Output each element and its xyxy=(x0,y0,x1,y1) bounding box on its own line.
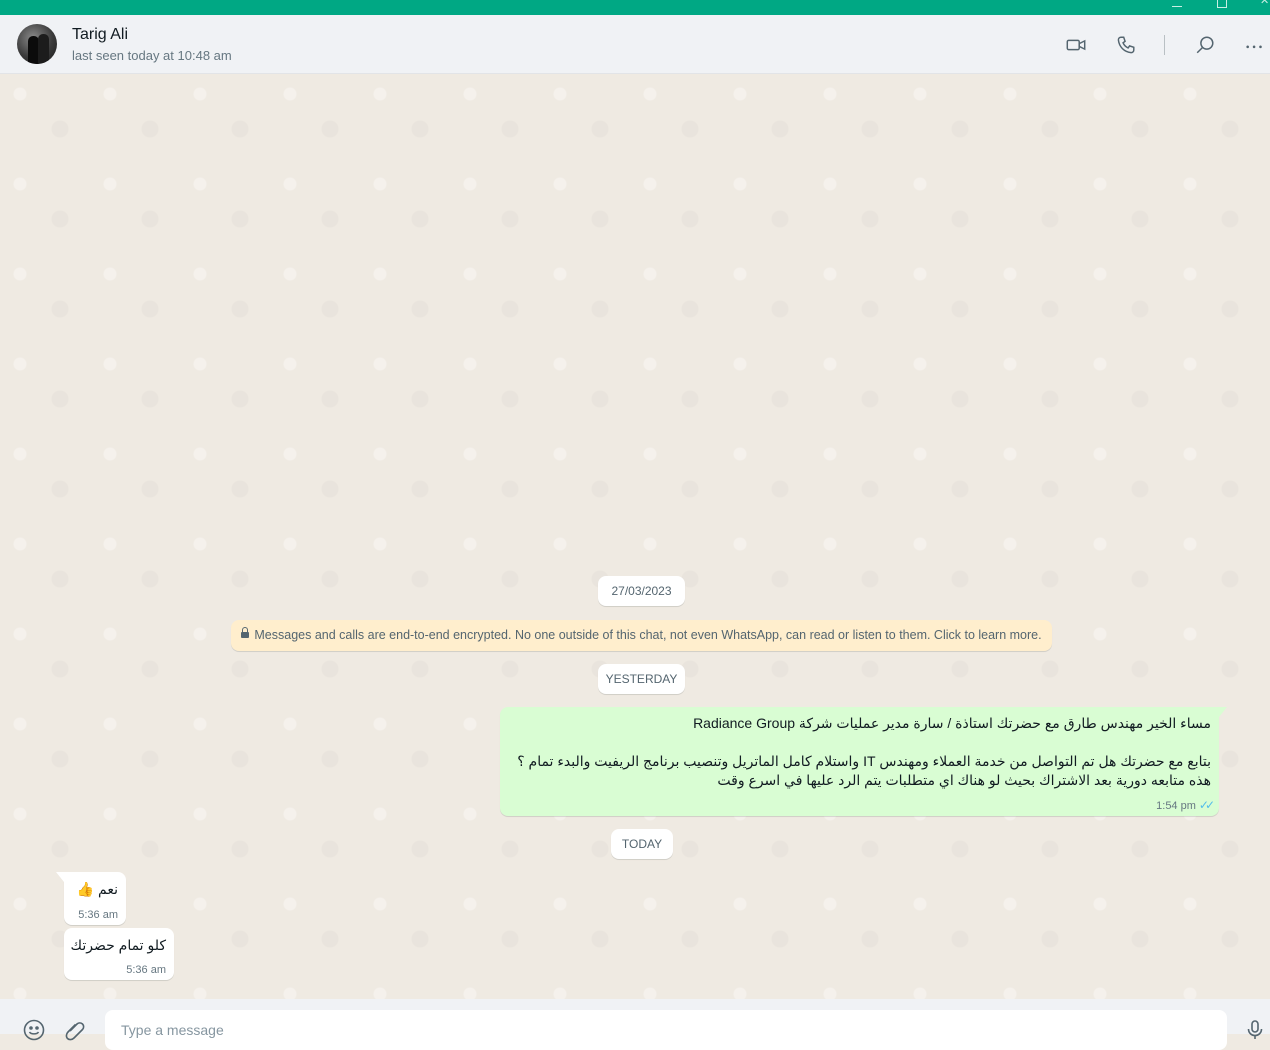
window-titlebar: ✕ xyxy=(0,0,1270,15)
date-separator: TODAY xyxy=(611,829,673,859)
voice-call-icon[interactable] xyxy=(1115,34,1137,56)
incoming-message-bubble[interactable]: كلو تمام حضرتك 5:36 am xyxy=(64,928,174,980)
message-input[interactable] xyxy=(105,1010,1227,1050)
attach-icon[interactable] xyxy=(63,1018,87,1042)
message-meta: 1:54 pm ✓✓ xyxy=(1156,798,1215,812)
search-icon[interactable] xyxy=(1194,34,1216,56)
incoming-message-bubble[interactable]: نعم 👍 5:36 am xyxy=(56,872,126,925)
message-time: 5:36 am xyxy=(78,909,118,921)
date-separator: 27/03/2023 xyxy=(598,576,685,606)
message-text: نعم 👍 xyxy=(76,881,118,897)
chat-header: Tarig Ali last seen today at 10:48 am xyxy=(0,15,1270,74)
maximize-button[interactable] xyxy=(1217,0,1227,8)
outgoing-message-bubble[interactable]: مساء الخير مهندس طارق مع حضرتك استاذة / … xyxy=(500,707,1227,816)
minimize-button[interactable] xyxy=(1172,0,1182,7)
message-text: كلو تمام حضرتك xyxy=(70,937,166,953)
contact-name[interactable]: Tarig Ali xyxy=(72,26,128,44)
chat-messages-area[interactable]: 27/03/2023 Messages and calls are end-to… xyxy=(0,74,1270,999)
encryption-notice-text: Messages and calls are end-to-end encryp… xyxy=(254,628,1042,642)
message-time: 5:36 am xyxy=(126,964,166,976)
message-text-line: مساء الخير مهندس طارق مع حضرتك استاذة / … xyxy=(693,715,1211,731)
message-time: 1:54 pm xyxy=(1156,800,1196,812)
more-options-icon[interactable] xyxy=(1244,34,1266,56)
header-divider xyxy=(1164,35,1165,55)
message-text-line: بتابع مع حضرتك هل تم التواصل من خدمة الع… xyxy=(517,753,1211,769)
date-separator: YESTERDAY xyxy=(598,664,685,694)
video-call-icon[interactable] xyxy=(1065,34,1087,56)
avatar[interactable] xyxy=(17,24,57,64)
message-composer xyxy=(0,999,1270,1050)
message-text-line: هذه متابعه دورية بعد الاشتراك بحيث لو هن… xyxy=(717,772,1211,788)
encryption-notice[interactable]: Messages and calls are end-to-end encryp… xyxy=(231,620,1052,651)
last-seen-status: last seen today at 10:48 am xyxy=(72,48,232,63)
lock-icon xyxy=(241,626,250,638)
emoji-icon[interactable] xyxy=(22,1018,46,1042)
close-window-button[interactable]: ✕ xyxy=(1260,0,1270,7)
read-ticks-icon: ✓✓ xyxy=(1198,798,1215,812)
microphone-icon[interactable] xyxy=(1243,1018,1267,1042)
